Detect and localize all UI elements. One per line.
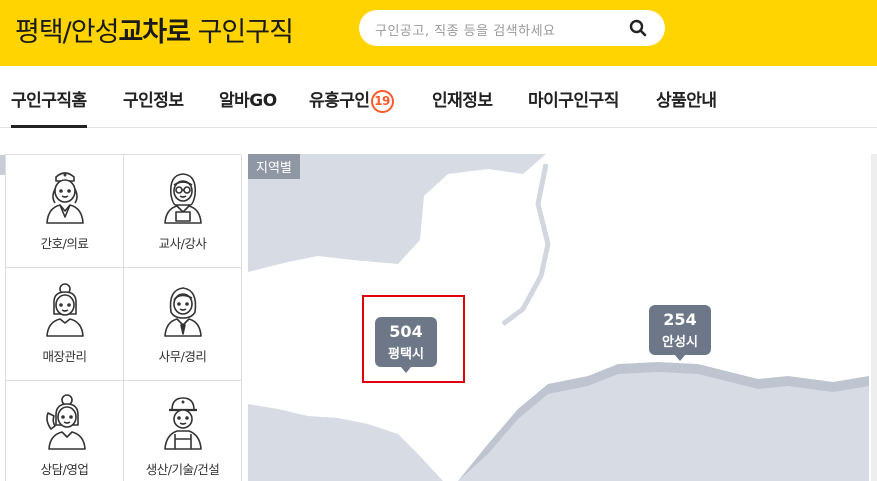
map-region-tag: 지역별	[248, 154, 300, 179]
nav-entertainment-label: 유흥구인	[309, 91, 370, 111]
nav-job-info[interactable]: 구인정보	[123, 86, 184, 111]
nurse-icon	[46, 172, 84, 224]
category-store-manager[interactable]: 매장관리	[6, 268, 124, 381]
category-nurse[interactable]: 간호/의료	[6, 155, 124, 268]
main-nav: 구인구직홈 구인정보 알바GO 유흥구인 19 인재정보 마이구인구직 상품안내	[0, 66, 877, 128]
region-map: 지역별 504 평택시 254 안성시	[248, 154, 869, 481]
search-input[interactable]: 구인공고, 직종 등을 검색하세요	[359, 10, 665, 46]
category-label: 생산/기술/건설	[145, 462, 220, 477]
category-label: 상담/영업	[40, 462, 89, 477]
right-scroll-edge	[871, 154, 877, 481]
nav-my-jobs[interactable]: 마이구인구직	[528, 86, 619, 111]
construction-worker-icon	[164, 397, 202, 450]
region-marker-anseong[interactable]: 254 안성시	[649, 305, 711, 361]
logo-brand: 교차로	[118, 17, 191, 48]
category-production[interactable]: 생산/기술/건설	[124, 381, 242, 481]
map-background	[248, 154, 869, 481]
category-office-worker[interactable]: 사무/경리	[124, 268, 242, 381]
nav-talent-info[interactable]: 인재정보	[432, 86, 493, 111]
store-manager-icon	[46, 283, 84, 337]
header: 평택/안성교차로 구인구직 구인공고, 직종 등을 검색하세요	[0, 0, 877, 66]
site-logo[interactable]: 평택/안성교차로 구인구직	[15, 10, 294, 49]
category-sales-consulting[interactable]: 상담/영업	[6, 381, 124, 481]
nav-home[interactable]: 구인구직홈	[11, 86, 87, 128]
logo-suffix: 구인구직	[197, 17, 294, 48]
teacher-icon	[164, 173, 202, 224]
nav-entertainment-jobs[interactable]: 유흥구인 19	[309, 86, 394, 113]
category-label: 사무/경리	[158, 349, 207, 364]
logo-region: 평택/안성	[15, 17, 119, 48]
adult-19-badge: 19	[370, 90, 394, 113]
search-placeholder: 구인공고, 직종 등을 검색하세요	[375, 24, 556, 39]
search-icon[interactable]	[629, 19, 647, 37]
region-name: 안성시	[662, 335, 698, 350]
office-worker-icon	[164, 287, 202, 337]
nav-albago[interactable]: 알바GO	[219, 86, 277, 111]
category-label: 교사/강사	[158, 236, 207, 251]
region-count: 254	[663, 310, 697, 329]
category-teacher[interactable]: 교사/강사	[124, 155, 242, 268]
category-label: 매장관리	[42, 349, 87, 364]
category-label: 간호/의료	[40, 236, 89, 251]
call-agent-icon	[46, 394, 86, 450]
nav-products[interactable]: 상품안내	[656, 86, 717, 111]
category-grid: 간호/의료 교사/강사 매장관리 사무/경리 상담/영업 생산/기술/건설	[5, 154, 242, 481]
highlight-box	[362, 295, 465, 383]
